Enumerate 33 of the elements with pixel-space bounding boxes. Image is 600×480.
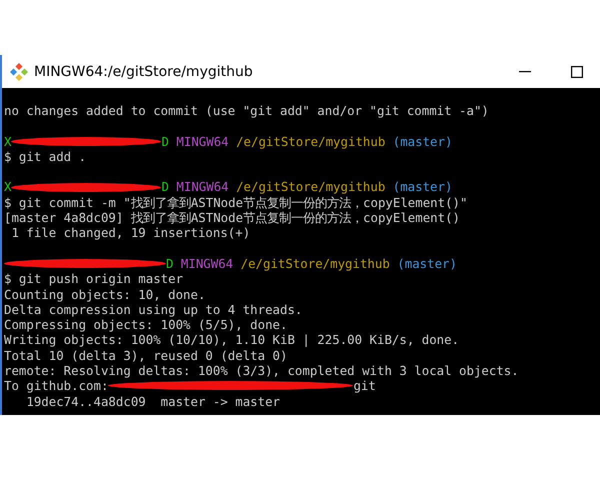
- terminal-text: no changes added to commit (use "git add" and/or "git commit -a"): [4, 103, 489, 118]
- terminal-text: (master): [396, 256, 457, 272]
- terminal-text: 19dec74..4a8dc09 master -> master: [25, 394, 280, 409]
- app-logo-icon: [10, 62, 28, 80]
- terminal-text: MINGW64: [180, 256, 234, 272]
- terminal-text: [master 4a8dc09] 找到了拿到ASTNode节点复制一份的方法，copyElement(): [4, 210, 460, 226]
- terminal-text: Compressing objects: 100% (5/5), done.: [4, 317, 288, 332]
- terminal-text: /e/gitStore/mygithub: [240, 256, 390, 272]
- terminal-text: D: [166, 256, 174, 272]
- maximize-icon: [571, 66, 583, 78]
- terminal-text: X: [4, 134, 12, 149]
- terminal-text: /e/gitStore/mygithub: [235, 179, 386, 195]
- terminal-text: 1 file changed, 19 insertions(+): [10, 225, 250, 241]
- terminal-text: MINGW64: [175, 134, 229, 149]
- terminal-text: Delta compression using up to 4 threads.: [4, 302, 302, 318]
- terminal-text: remote: Resolving deltas: 100% (3/3), completed with 3 local objects.: [4, 363, 519, 378]
- window-title: MINGW64:/e/gitStore/mygithub: [34, 64, 254, 80]
- terminal-text: To github.com:: [4, 378, 108, 394]
- terminal-text: X: [4, 179, 12, 195]
- terminal-text: Writing objects: 100% (10/10), 1.10 KiB | 225.00 KiB/s, done.: [4, 332, 460, 348]
- minimize-icon: [519, 70, 531, 72]
- terminal-text: D: [161, 134, 169, 149]
- terminal-text: /e/gitStore/mygithub: [235, 134, 386, 149]
- terminal-text: (master): [392, 134, 452, 149]
- terminal-text: Counting objects: 10, done.: [4, 286, 206, 302]
- terminal-text: D: [161, 179, 169, 195]
- terminal-text: Total 10 (delta 3), reused 0 (delta 0): [4, 348, 288, 364]
- terminal-text: $ git add .: [4, 148, 86, 164]
- terminal-text: git: [353, 378, 376, 394]
- terminal-text: $ git commit -m "找到了拿到ASTNode节点复制一份的方法，copyElement()": [4, 194, 468, 210]
- terminal-text: MINGW64: [175, 179, 229, 195]
- terminal-text: $ git push origin master: [4, 271, 184, 287]
- terminal-text: (master): [392, 179, 452, 195]
